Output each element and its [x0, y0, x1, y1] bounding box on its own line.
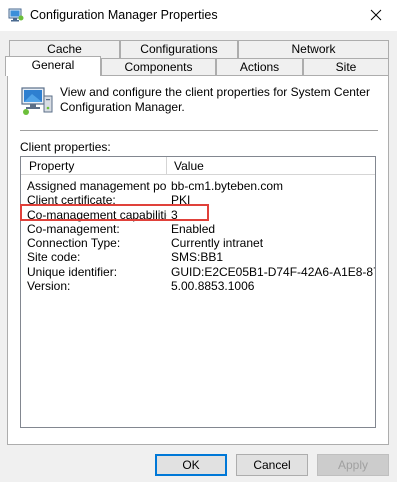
title-bar: Configuration Manager Properties	[0, 0, 397, 31]
table-row[interactable]: Client certificate: PKI	[21, 193, 375, 207]
ok-button[interactable]: OK	[155, 454, 227, 476]
tab-label: Cache	[47, 42, 82, 56]
divider	[20, 130, 378, 131]
config-manager-icon	[8, 8, 24, 22]
column-header-value[interactable]: Value	[174, 159, 204, 173]
table-row[interactable]: Connection Type: Currently intranet	[21, 236, 375, 250]
property-cell: Client certificate:	[27, 193, 116, 208]
tab-label: Components	[124, 60, 193, 74]
value-cell: Enabled	[171, 221, 216, 236]
tab-label: General	[31, 58, 75, 72]
client-properties-list[interactable]: Property Value Assigned management poi..…	[20, 156, 376, 428]
property-cell: Assigned management poi...	[27, 179, 167, 193]
value-cell: bb-cm1.byteben.com	[171, 179, 284, 193]
table-row[interactable]: Site code: SMS:BB1	[21, 250, 375, 264]
property-cell: Connection Type:	[27, 236, 121, 251]
table-row[interactable]: Unique identifier: GUID:E2CE05B1-D74F-42…	[21, 265, 375, 279]
value-cell: 5.00.8853.1006	[171, 279, 255, 294]
close-button[interactable]	[357, 0, 397, 31]
property-cell: Co-management capabilities:	[27, 207, 167, 222]
value-cell: Currently intranet	[171, 236, 264, 251]
table-row[interactable]: Co-management: Enabled	[21, 222, 375, 236]
window-title: Configuration Manager Properties	[30, 8, 218, 22]
tab-label: Network	[291, 42, 336, 56]
cancel-button[interactable]: Cancel	[236, 454, 308, 476]
tab-label: Actions	[239, 60, 280, 74]
value-cell: GUID:E2CE05B1-D74F-42A6-A1E8-87C...	[171, 264, 375, 279]
tab-actions[interactable]: Actions	[216, 58, 303, 76]
column-header-property[interactable]: Property	[29, 159, 74, 173]
column-divider[interactable]	[166, 157, 167, 174]
table-row[interactable]: Version: 5.00.8853.1006	[21, 279, 375, 293]
property-cell: Version:	[27, 279, 71, 294]
tab-components[interactable]: Components	[101, 58, 216, 76]
close-icon	[370, 9, 382, 21]
property-cell: Site code:	[27, 250, 81, 265]
list-header: Property Value	[21, 157, 375, 175]
tab-site[interactable]: Site	[303, 58, 389, 76]
value-cell: PKI	[171, 193, 191, 208]
apply-button[interactable]: Apply	[317, 454, 389, 476]
property-cell: Co-management:	[27, 221, 120, 236]
computer-monitor-icon	[21, 87, 53, 115]
tab-label: Site	[335, 60, 357, 74]
general-tab-panel: View and configure the client properties…	[7, 75, 389, 445]
client-properties-label: Client properties:	[20, 140, 111, 154]
table-row[interactable]: Assigned management poi... bb-cm1.bytebe…	[21, 179, 375, 193]
tab-configurations[interactable]: Configurations	[120, 40, 238, 58]
value-cell: SMS:BB1	[171, 250, 224, 265]
tab-general[interactable]: General	[5, 56, 101, 76]
tab-network[interactable]: Network	[238, 40, 389, 58]
list-rows: Assigned management poi... bb-cm1.bytebe…	[21, 179, 375, 293]
table-row[interactable]: Co-management capabilities: 3	[21, 208, 375, 222]
value-cell: 3	[171, 207, 178, 222]
general-description: View and configure the client properties…	[60, 85, 370, 114]
tab-label: Configurations	[140, 42, 218, 56]
property-cell: Unique identifier:	[27, 264, 118, 279]
